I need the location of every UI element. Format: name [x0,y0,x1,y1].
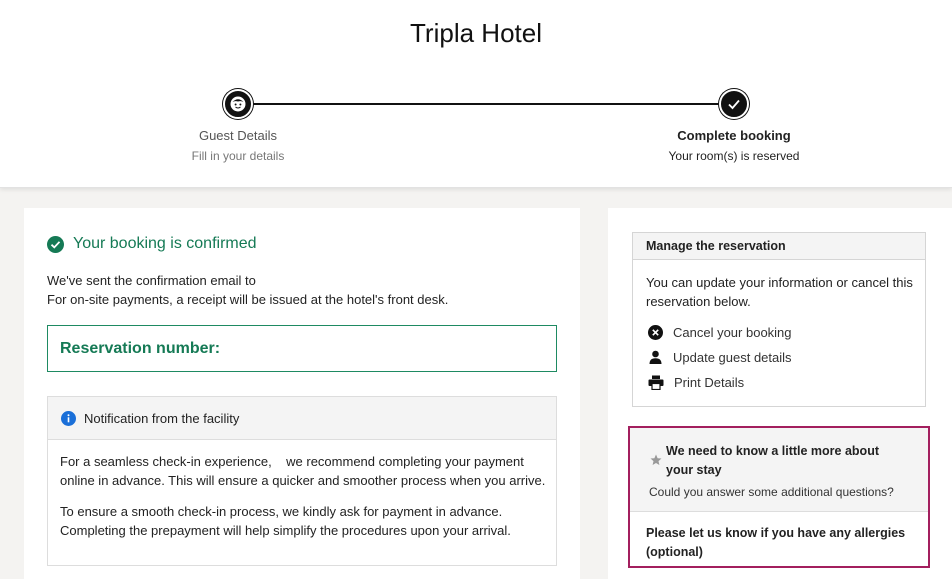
facility-notification: Notification from the facility For a sea… [47,396,557,566]
step-2-title: Complete booking [677,128,791,143]
star-icon [650,454,662,465]
questions-header: We need to know a little more about your… [630,428,928,512]
cancel-booking-label: Cancel your booking [673,325,792,340]
manage-description: You can update your information or cance… [646,275,913,309]
person-icon [649,350,662,364]
step-complete-booking [719,89,749,119]
check-icon [728,99,740,110]
info-icon [61,410,76,426]
update-guest-details-link[interactable]: Update guest details [648,350,792,365]
face-icon [230,96,246,112]
notification-title: Notification from the facility [84,410,240,426]
notification-p1-line1: For a seamless check-in experience, we r… [60,454,524,469]
print-details-label: Print Details [674,375,745,390]
questions-title: We need to know a little more about your… [666,444,879,477]
check-circle-icon [47,235,64,253]
notification-p2-line2: Completing the prepayment will help simp… [60,523,511,538]
notification-p2-line1: To ensure a smooth check-in process, we … [60,504,503,519]
manage-title: Manage the reservation [633,233,925,260]
reservation-number-box: Reservation number: [47,325,557,372]
step-1-title: Guest Details [198,128,278,143]
step-1-subtitle: Fill in your details [191,149,285,163]
notification-p1-line2: online in advance. This will ensure a qu… [60,473,546,488]
confirmation-heading: Your booking is confirmed [47,235,257,253]
close-circle-icon [648,325,663,340]
email-sent-text: We've sent the confirmation email to [47,273,256,288]
notification-header: Notification from the facility [48,397,556,440]
receipt-text: For on-site payments, a receipt will be … [47,292,449,307]
progress-line [238,103,734,105]
confirmation-title: Your booking is confirmed [73,235,257,252]
additional-questions-box[interactable]: We need to know a little more about your… [628,426,930,568]
update-guest-details-label: Update guest details [673,350,792,365]
notification-paragraph-1: For a seamless check-in experience, we r… [60,452,550,490]
page-header: Tripla Hotel Guest Details Fill in your … [0,0,952,188]
allergy-question-label: Please let us know if you have any aller… [646,526,906,559]
step-guest-details [223,89,253,119]
notification-paragraph-2: To ensure a smooth check-in process, we … [60,502,550,540]
manage-reservation-box: Manage the reservation You can update yo… [632,232,926,407]
cancel-booking-link[interactable]: Cancel your booking [648,325,792,340]
hotel-title: Tripla Hotel [410,18,542,48]
print-details-link[interactable]: Print Details [648,375,744,390]
reservation-number-label: Reservation number: [60,339,221,357]
step-2-subtitle: Your room(s) is reserved [668,149,800,163]
questions-subtitle: Could you answer some additional questio… [649,485,894,499]
printer-icon [648,375,664,390]
